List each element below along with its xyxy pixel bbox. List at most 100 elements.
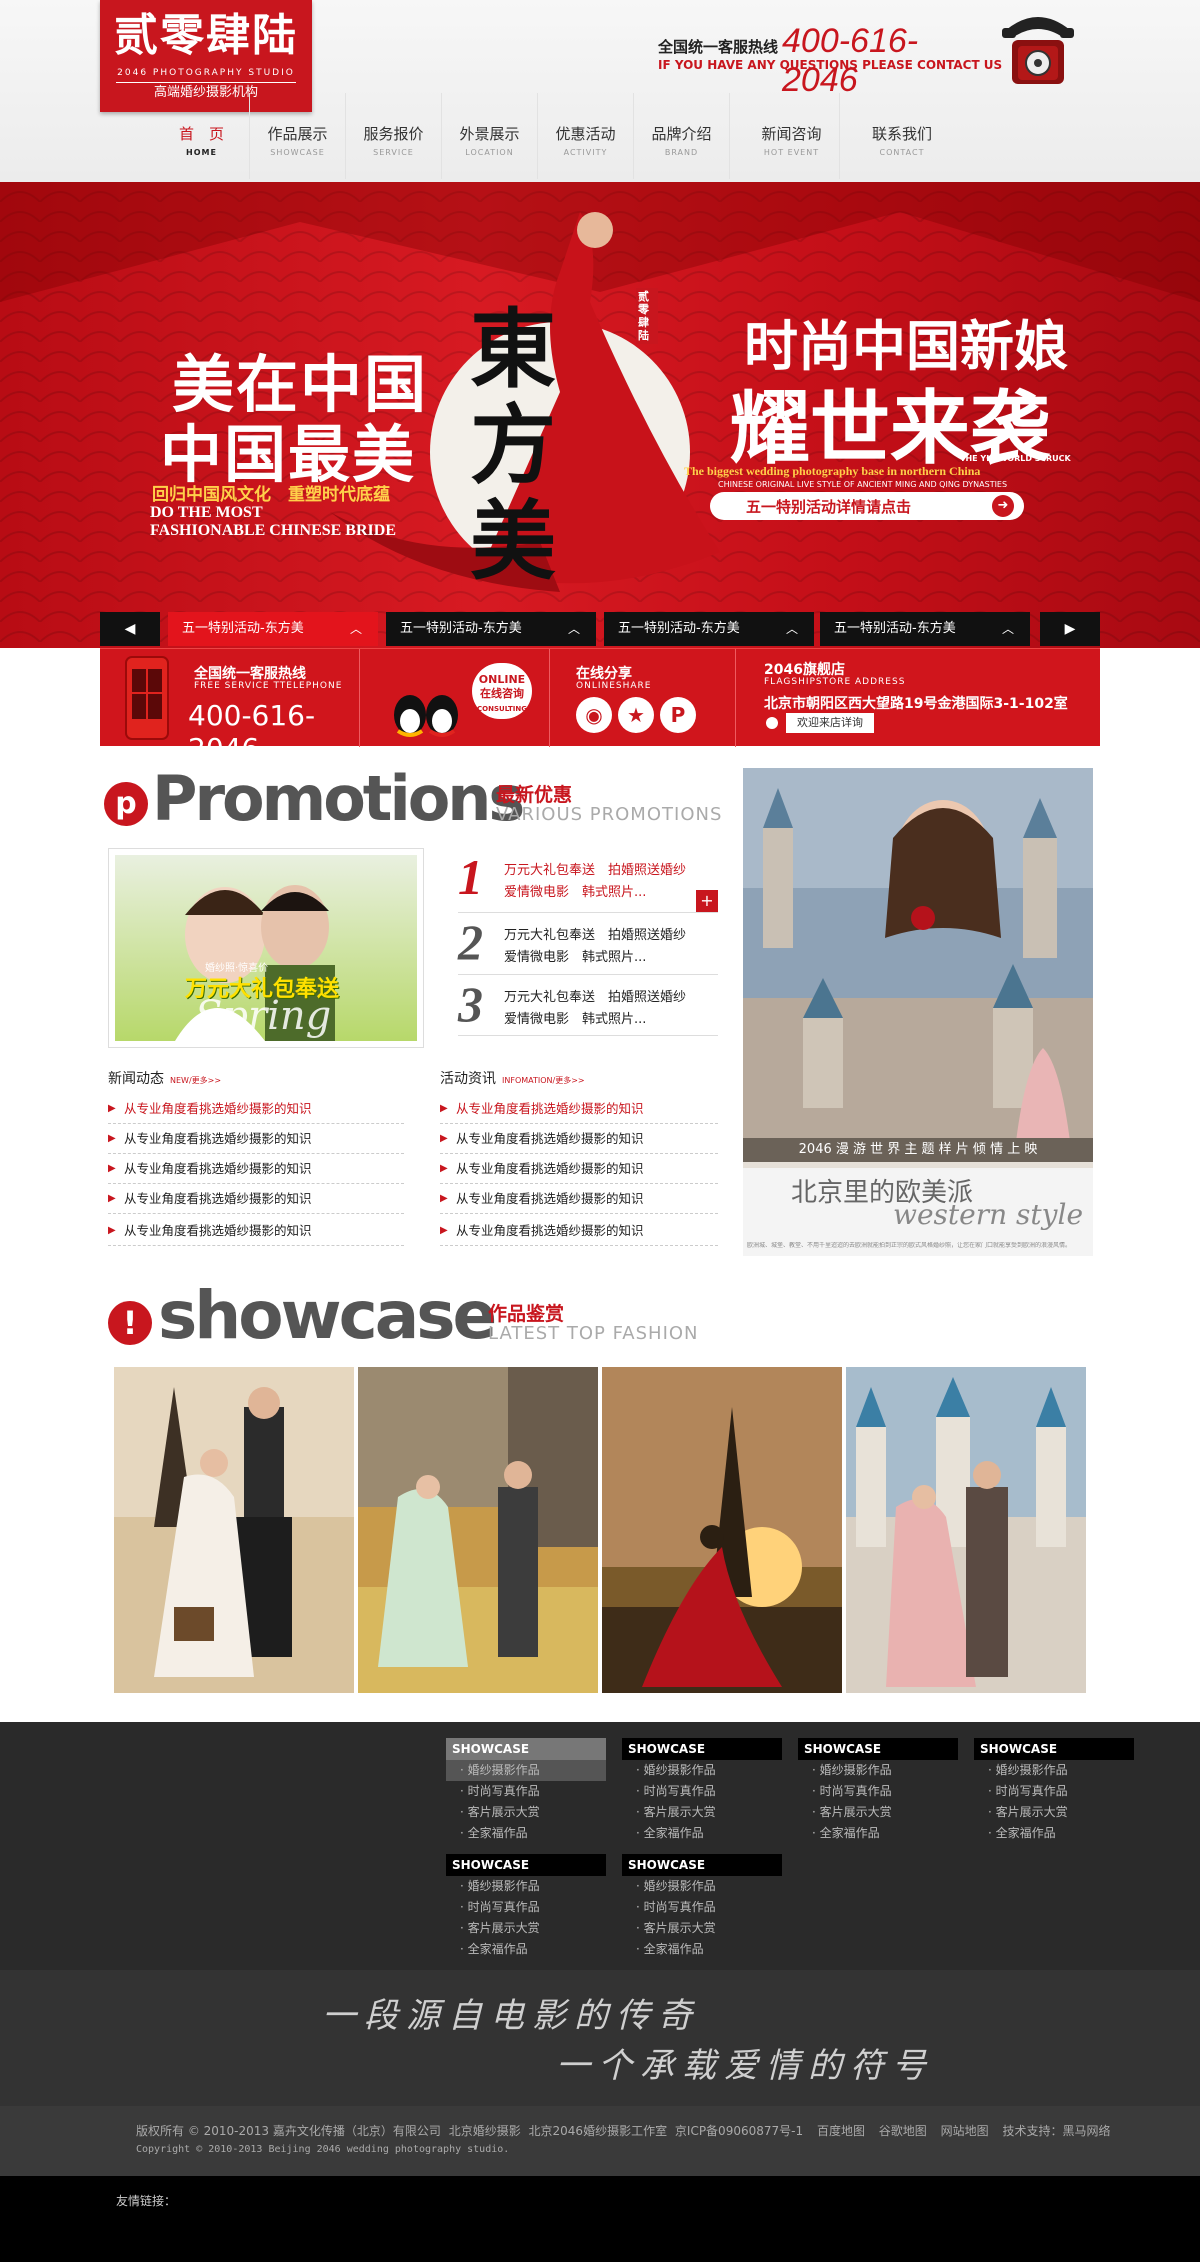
banner-button-label: 五一特别活动详情请点击: [746, 498, 912, 516]
footer-link[interactable]: 客片展示大赏: [974, 1802, 1134, 1823]
footer-link[interactable]: 全家福作品: [622, 1823, 782, 1844]
info-hotline-en: FREE SERVICE TTELEPHONE: [194, 681, 343, 691]
banner-tab-3[interactable]: 五一特别活动-东方美 ︿: [604, 612, 814, 646]
footer-link[interactable]: 客片展示大赏: [798, 1802, 958, 1823]
footer-col-heading: SHOWCASE: [446, 1854, 606, 1876]
nav-location[interactable]: 外景展示 LOCATION: [442, 93, 538, 179]
activity-heading: 活动资讯 INFOMATION/更多>>: [440, 1071, 585, 1087]
copyright-text: 版权所有 © 2010-2013 嘉卉文化传播（北京）有限公司: [136, 2124, 441, 2138]
footer-link[interactable]: 时尚写真作品: [798, 1781, 958, 1802]
footer-link[interactable]: 全家福作品: [622, 1939, 782, 1960]
showcase-photo-2[interactable]: [358, 1367, 598, 1693]
logo-title: 贰零肆陆: [114, 10, 298, 61]
promo-side-banner[interactable]: 2046 漫 游 世 界 主 题 样 片 倾 情 上 映 北京里的欧美派 wes…: [743, 768, 1093, 1256]
news-item[interactable]: 从专业角度看挑选婚纱摄影的知识: [108, 1184, 404, 1214]
nav-home[interactable]: 首 页 HOME: [154, 93, 250, 179]
footer-col-heading: SHOWCASE: [974, 1738, 1134, 1760]
banner-tab-2[interactable]: 五一特别活动-东方美 ︿: [386, 612, 596, 646]
banner-text-8: THE YIU WORLD STRUCK: [960, 454, 1071, 463]
nav-service[interactable]: 服务报价 SERVICE: [346, 93, 442, 179]
page: 贰零肆陆 2046 PHOTOGRAPHY STUDIO 高端婚纱摄影机构 全国…: [0, 0, 1200, 2262]
footer-link[interactable]: 婚纱摄影作品: [798, 1760, 958, 1781]
footer-link[interactable]: 客片展示大赏: [622, 1802, 782, 1823]
info-online-consult[interactable]: ONLINE 在线咨询 CONSULTING: [360, 649, 550, 747]
copyright-line: 版权所有 © 2010-2013 嘉卉文化传播（北京）有限公司 北京婚纱摄影 北…: [136, 2122, 1110, 2139]
activity-more-link[interactable]: INFOMATION/更多>>: [502, 1076, 585, 1085]
nav-brand[interactable]: 品牌介绍 BRAND: [634, 93, 730, 179]
pinterest-icon[interactable]: P: [660, 697, 696, 733]
news-item[interactable]: 从专业角度看挑选婚纱摄影的知识: [108, 1216, 404, 1246]
footer-bottom-link[interactable]: 北京婚纱摄影: [449, 2124, 521, 2138]
news-item[interactable]: 从专业角度看挑选婚纱摄影的知识: [108, 1154, 404, 1184]
photo-couple-eiffel: [602, 1367, 842, 1693]
footer: SHOWCASE 婚纱摄影作品 时尚写真作品 客片展示大赏 全家福作品 SHOW…: [0, 1722, 1200, 2262]
banner-seal: 贰零肆陆: [636, 288, 658, 344]
news-more-link[interactable]: NEW/更多>>: [170, 1076, 221, 1085]
footer-bottom-link[interactable]: 京ICP备09060877号-1: [675, 2124, 803, 2138]
showcase-photo-1[interactable]: [114, 1367, 354, 1693]
store-title: 2046旗舰店: [764, 662, 845, 678]
promo-item-2[interactable]: 2 万元大礼包奉送 拍婚照送婚纱 爱情微电影 韩式照片...: [458, 912, 718, 974]
friend-links-label: 友情链接：: [116, 2194, 177, 2208]
footer-bottom-link[interactable]: 技术支持：黑马网络: [1002, 2124, 1110, 2138]
nav-activity[interactable]: 优惠活动 ACTIVITY: [538, 93, 634, 179]
news-item[interactable]: 从专业角度看挑选婚纱摄影的知识: [108, 1094, 404, 1124]
chevron-up-icon: ︿: [785, 622, 798, 636]
activity-item[interactable]: 从专业角度看挑选婚纱摄影的知识: [440, 1094, 718, 1124]
store-address: 北京市朝阳区西大望路19号金港国际3-1-102室: [764, 696, 1068, 712]
footer-slogan: 一段源自电影的传奇 一个承载爱情的符号: [0, 1970, 1200, 2106]
footer-link[interactable]: 客片展示大赏: [446, 1802, 606, 1823]
promo-item-1[interactable]: 1 万元大礼包奉送 拍婚照送婚纱 爱情微电影 韩式照片... +: [458, 848, 718, 912]
promo-item-3[interactable]: 3 万元大礼包奉送 拍婚照送婚纱 爱情微电影 韩式照片...: [458, 974, 718, 1036]
footer-link[interactable]: 婚纱摄影作品: [622, 1760, 782, 1781]
footer-bottom-link[interactable]: 网站地图: [941, 2124, 989, 2138]
activity-item[interactable]: 从专业角度看挑选婚纱摄影的知识: [440, 1216, 718, 1246]
nav-showcase[interactable]: 作品展示 SHOWCASE: [250, 93, 346, 179]
footer-link[interactable]: 时尚写真作品: [446, 1897, 606, 1918]
footer-link[interactable]: 全家福作品: [446, 1939, 606, 1960]
banner-tabs: ◀ 五一特别活动-东方美 ︿ 五一特别活动-东方美 ︿ 五一特别活动-东方美 ︿ 五一…: [100, 612, 1100, 646]
banner-tab-1[interactable]: 五一特别活动-东方美 ︿: [168, 612, 378, 646]
nav-contact[interactable]: 联系我们 CONTACT: [854, 93, 950, 179]
news-item[interactable]: 从专业角度看挑选婚纱摄影的知识: [108, 1124, 404, 1154]
footer-link[interactable]: 全家福作品: [974, 1823, 1134, 1844]
footer-bottom-link[interactable]: 谷歌地图: [879, 2124, 927, 2138]
weibo-icon[interactable]: ◉: [576, 697, 612, 733]
showcase-photo-3[interactable]: [602, 1367, 842, 1693]
footer-link[interactable]: 客片展示大赏: [622, 1918, 782, 1939]
footer-link[interactable]: 时尚写真作品: [622, 1781, 782, 1802]
nav-hot-event[interactable]: 新闻咨询 HOT EVENT: [744, 93, 840, 179]
footer-link[interactable]: 婚纱摄影作品: [446, 1760, 606, 1781]
activity-item[interactable]: 从专业角度看挑选婚纱摄影的知识: [440, 1184, 718, 1214]
footer-link[interactable]: 客片展示大赏: [446, 1918, 606, 1939]
plus-icon[interactable]: +: [696, 890, 718, 912]
footer-link[interactable]: 全家福作品: [798, 1823, 958, 1844]
promotions-title-cn: 最新优惠: [496, 784, 573, 806]
prev-arrow-icon[interactable]: ◀: [100, 612, 160, 646]
store-detail-button[interactable]: 欢迎来店详询: [786, 713, 874, 733]
footer-col-2: SHOWCASE 婚纱摄影作品 时尚写真作品 客片展示大赏 全家福作品: [622, 1738, 782, 1844]
footer-bottom-link[interactable]: 百度地图: [817, 2124, 865, 2138]
footer-link[interactable]: 婚纱摄影作品: [974, 1760, 1134, 1781]
footer-link[interactable]: 时尚写真作品: [622, 1897, 782, 1918]
footer-link[interactable]: 时尚写真作品: [974, 1781, 1134, 1802]
promotions-p-icon: p: [104, 782, 148, 826]
footer-bottom-link[interactable]: 北京2046婚纱摄影工作室: [529, 2124, 668, 2138]
footer-link[interactable]: 全家福作品: [446, 1823, 606, 1844]
news-heading: 新闻动态 NEW/更多>>: [108, 1071, 222, 1087]
hotline-label: 全国统一客服热线: [658, 38, 779, 56]
footer-link[interactable]: 时尚写真作品: [446, 1781, 606, 1802]
activity-item[interactable]: 从专业角度看挑选婚纱摄影的知识: [440, 1124, 718, 1154]
banner-tab-4[interactable]: 五一特别活动-东方美 ︿: [820, 612, 1030, 646]
showcase-photo-4[interactable]: [846, 1367, 1086, 1693]
hero-banner[interactable]: 美在中国 中国最美 回归中国风文化 重塑时代底蕴 DO THE MOST FAS…: [0, 182, 1200, 648]
footer-link[interactable]: 婚纱摄影作品: [446, 1876, 606, 1897]
promo-card-image: 万元大礼包奉送 婚纱照·惊喜价 Spring: [115, 855, 417, 1041]
next-arrow-icon[interactable]: ▶: [1040, 612, 1100, 646]
promo-card-sub: 婚纱照·惊喜价: [205, 963, 269, 974]
star-share-icon[interactable]: ★: [618, 697, 654, 733]
promo-card[interactable]: 万元大礼包奉送 婚纱照·惊喜价 Spring: [108, 848, 424, 1048]
activity-item[interactable]: 从专业角度看挑选婚纱摄影的知识: [440, 1154, 718, 1184]
footer-link[interactable]: 婚纱摄影作品: [622, 1876, 782, 1897]
banner-detail-button[interactable]: 五一特别活动详情请点击 ➜: [710, 492, 1024, 520]
